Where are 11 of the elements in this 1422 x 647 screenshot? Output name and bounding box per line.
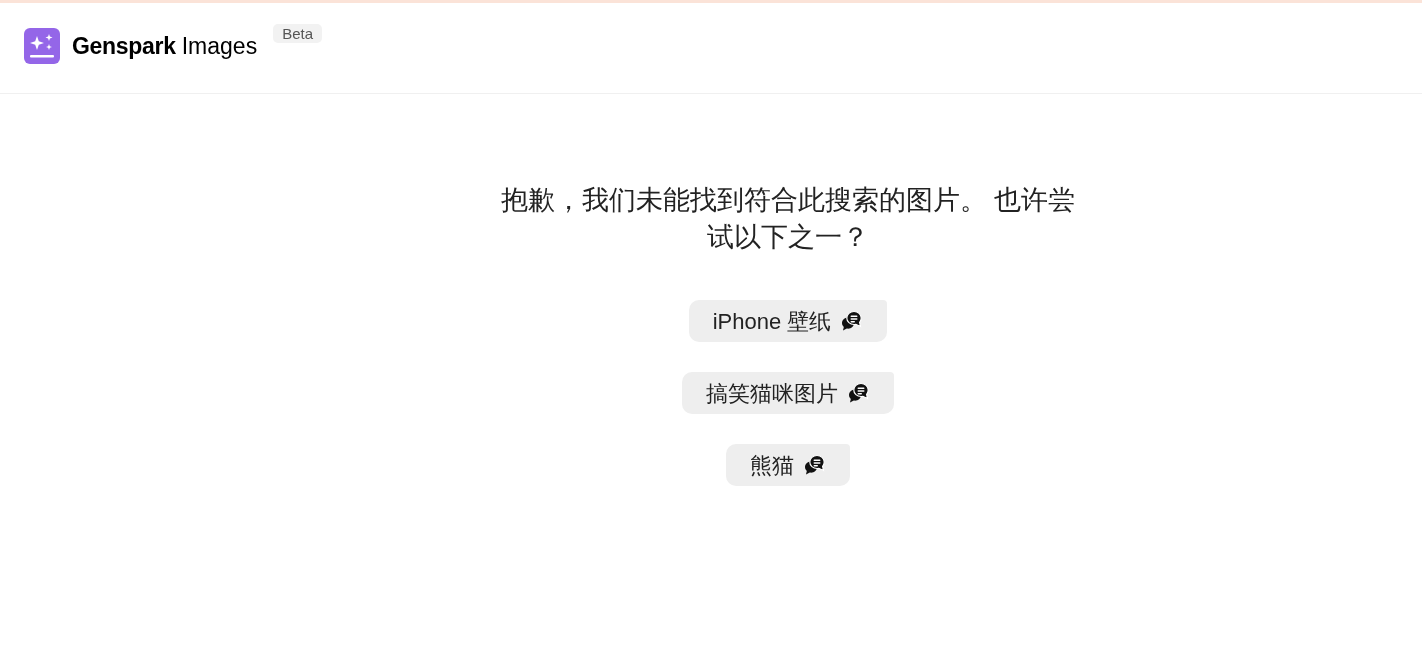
beta-badge: Beta: [273, 24, 322, 43]
suggestion-button[interactable]: iPhone 壁纸: [688, 300, 888, 342]
chat-bubbles-icon: [848, 382, 870, 404]
suggestion-button[interactable]: 熊猫: [726, 444, 850, 486]
chat-bubbles-icon: [804, 454, 826, 476]
product-name: Images: [181, 31, 258, 61]
chat-bubbles-icon: [841, 310, 864, 332]
brand-name: Genspark: [72, 31, 176, 61]
suggestion-button[interactable]: 搞笑猫咪图片: [682, 372, 894, 414]
sparkles-logo-icon: [24, 28, 60, 64]
no-results-message: 抱歉，我们未能找到符合此搜索的图片。 也许尝试以下之一？: [499, 184, 1077, 254]
